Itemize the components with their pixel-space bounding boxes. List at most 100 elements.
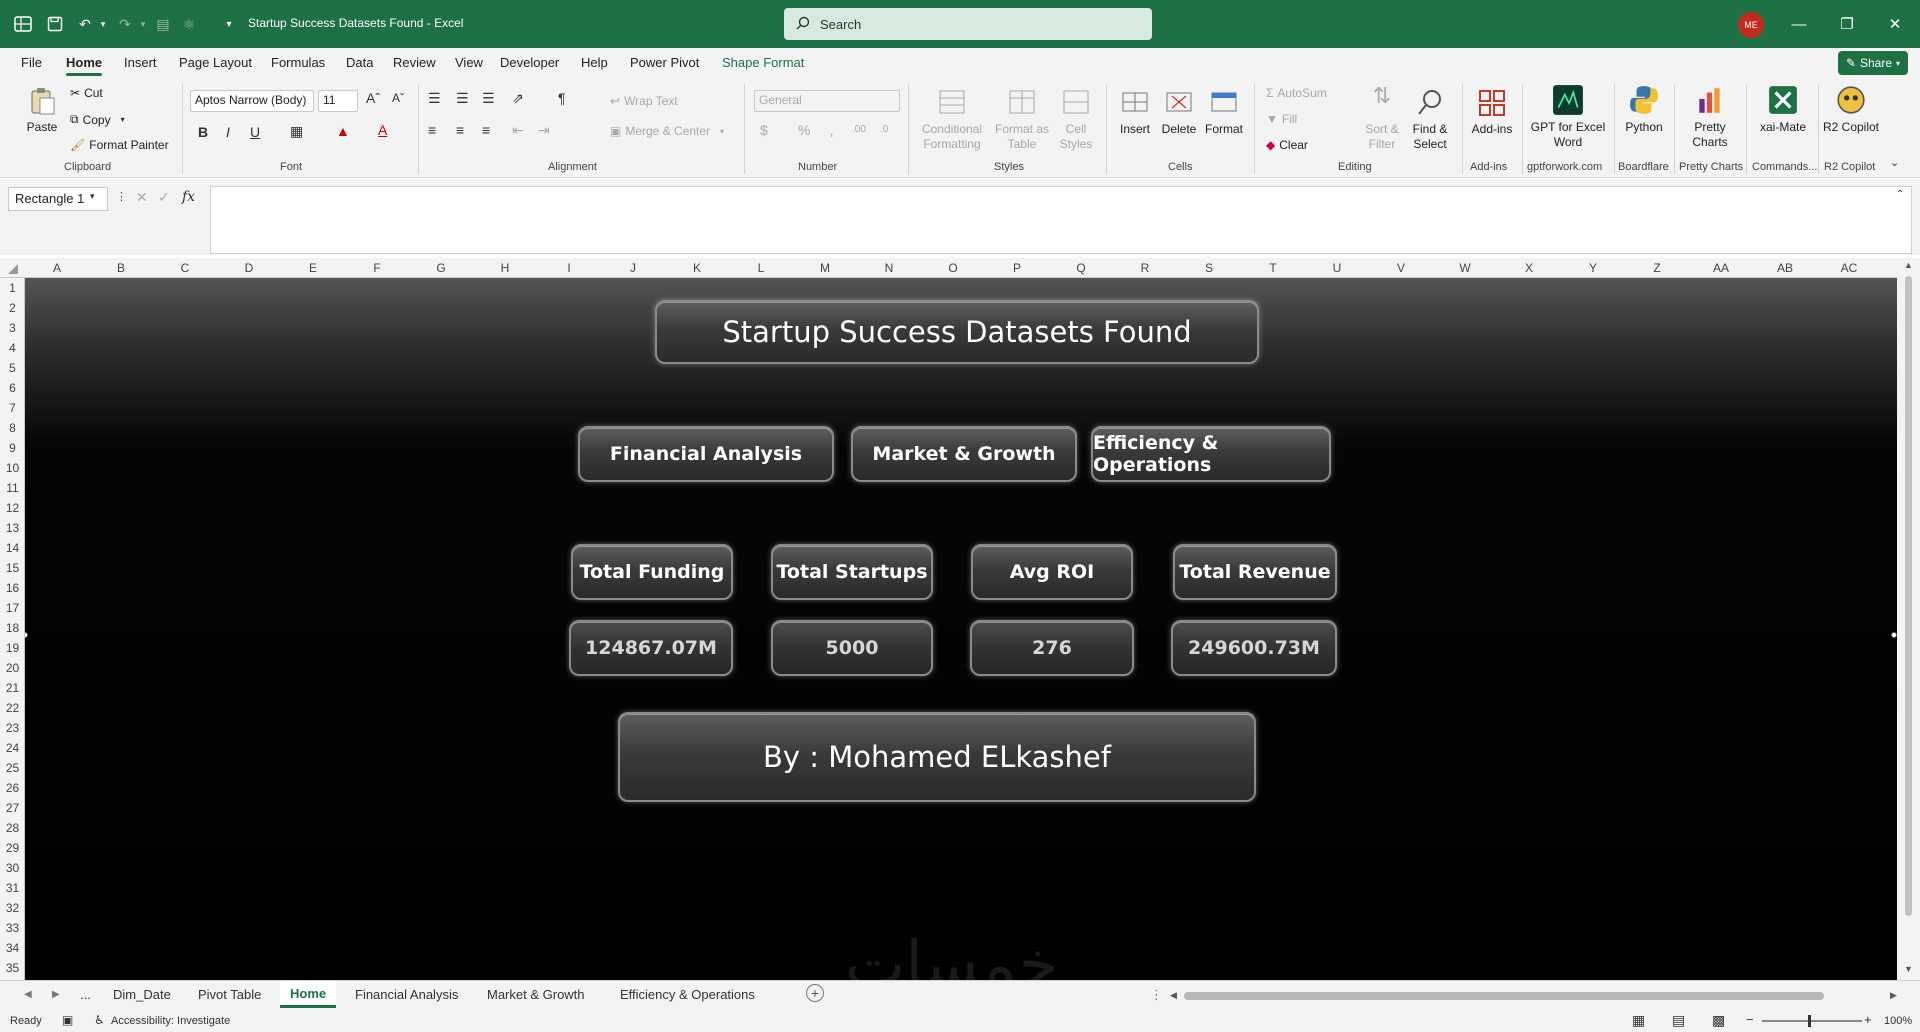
column-header[interactable]: P — [1007, 261, 1027, 275]
percent-icon[interactable]: % — [798, 122, 810, 138]
tab-help[interactable]: Help — [581, 55, 608, 70]
column-header[interactable]: N — [879, 261, 899, 275]
avatar[interactable]: ME — [1738, 12, 1764, 38]
undo-dropdown-icon[interactable]: ▾ — [92, 13, 114, 35]
next-sheet-icon[interactable]: ▶ — [52, 989, 60, 1000]
search-box[interactable]: Search — [784, 8, 1152, 40]
save-icon[interactable] — [44, 13, 66, 35]
tab-power-pivot[interactable]: Power Pivot — [630, 55, 699, 70]
row-header[interactable]: 22 — [0, 701, 25, 715]
cell-styles-button[interactable]: Cell Styles — [1056, 88, 1096, 152]
italic-icon[interactable]: I — [226, 124, 230, 140]
normal-view-icon[interactable]: ▦ — [1632, 1012, 1645, 1029]
orientation-icon[interactable]: ⇗ — [512, 90, 524, 107]
row-header[interactable]: 19 — [0, 641, 25, 655]
sheet-tab-pivot-table[interactable]: Pivot Table — [198, 987, 261, 1002]
row-header[interactable]: 9 — [0, 441, 25, 455]
column-header[interactable]: H — [495, 261, 515, 275]
vertical-scroll-thumb[interactable] — [1905, 276, 1912, 916]
currency-icon[interactable]: $ — [760, 122, 768, 138]
column-header[interactable]: F — [367, 261, 387, 275]
row-header[interactable]: 24 — [0, 741, 25, 755]
column-header[interactable]: AA — [1711, 261, 1731, 275]
tab-page-layout[interactable]: Page Layout — [179, 55, 252, 70]
column-header[interactable]: L — [751, 261, 771, 275]
minimize-icon[interactable]: — — [1788, 13, 1810, 35]
row-header[interactable]: 31 — [0, 881, 25, 895]
column-header[interactable]: R — [1135, 261, 1155, 275]
enter-icon[interactable]: ✓ — [158, 189, 170, 206]
tab-view[interactable]: View — [455, 55, 483, 70]
accessibility-status[interactable]: Accessibility: Investigate — [111, 1015, 230, 1027]
row-header[interactable]: 3 — [0, 321, 25, 335]
number-format-select[interactable]: General — [754, 90, 900, 112]
more-sheets-button[interactable]: ... — [80, 987, 91, 1002]
row-header[interactable]: 18 — [0, 621, 25, 635]
row-header[interactable]: 28 — [0, 821, 25, 835]
column-header[interactable]: AB — [1775, 261, 1795, 275]
tab-file[interactable]: File — [21, 55, 42, 70]
row-header[interactable]: 5 — [0, 361, 25, 375]
increase-decimal-icon[interactable]: .00 — [852, 124, 866, 135]
column-header[interactable]: K — [687, 261, 707, 275]
row-header[interactable]: 20 — [0, 661, 25, 675]
column-header[interactable]: U — [1327, 261, 1347, 275]
row-header[interactable]: 10 — [0, 461, 25, 475]
page-layout-view-icon[interactable]: ▤ — [1672, 1012, 1685, 1029]
fill-button[interactable]: ▼ Fill — [1266, 112, 1297, 126]
row-header[interactable]: 4 — [0, 341, 25, 355]
cancel-icon[interactable]: ✕ — [136, 189, 148, 206]
sheet-tab-home[interactable]: Home — [280, 981, 337, 1008]
page-break-view-icon[interactable]: ▩ — [1712, 1012, 1725, 1029]
column-header[interactable]: M — [815, 261, 835, 275]
tab-shape-format[interactable]: Shape Format — [722, 55, 804, 70]
more-options-icon[interactable]: ⋮ — [116, 190, 127, 203]
column-header[interactable]: D — [239, 261, 259, 275]
column-header[interactable]: S — [1199, 261, 1219, 275]
align-left-icon[interactable]: ≡ — [428, 122, 436, 138]
tab-review[interactable]: Review — [393, 55, 436, 70]
increase-indent-icon[interactable]: ⇥ — [538, 122, 550, 139]
row-header[interactable]: 14 — [0, 541, 25, 555]
formula-input[interactable] — [210, 186, 1912, 254]
horizontal-scrollbar[interactable]: ◀ ▶ — [1170, 990, 1900, 1000]
column-header[interactable]: Z — [1647, 261, 1667, 275]
restore-icon[interactable]: ❐ — [1836, 13, 1858, 35]
row-header[interactable]: 26 — [0, 781, 25, 795]
font-family-select[interactable]: Aptos Narrow (Body) — [190, 90, 314, 112]
prev-sheet-icon[interactable]: ◀ — [24, 989, 32, 1000]
comma-icon[interactable]: ‚ — [830, 122, 833, 138]
align-middle-icon[interactable]: ☰ — [456, 90, 469, 107]
decrease-indent-icon[interactable]: ⇤ — [512, 122, 524, 139]
column-header[interactable]: W — [1455, 261, 1475, 275]
row-header[interactable]: 32 — [0, 901, 25, 915]
delete-cells-button[interactable]: Delete — [1158, 88, 1200, 137]
tab-formulas[interactable]: Formulas — [271, 55, 325, 70]
increase-font-icon[interactable]: Aˆ — [366, 90, 380, 106]
column-header[interactable]: E — [303, 261, 323, 275]
copy-button[interactable]: ⧉ Copy ▾ — [70, 112, 125, 127]
cut-button[interactable]: ✂ Cut — [70, 86, 103, 100]
clear-button[interactable]: ◆ Clear — [1266, 138, 1308, 152]
sheet-tab-efficiency-operations[interactable]: Efficiency & Operations — [620, 987, 755, 1002]
zoom-in-icon[interactable]: + — [1864, 1012, 1872, 1027]
insert-cells-button[interactable]: Insert — [1114, 88, 1156, 137]
format-as-table-button[interactable]: Format as Table — [994, 88, 1050, 152]
addin-gpt-button[interactable]: GPT for Excel Word — [1526, 84, 1610, 150]
tab-insert[interactable]: Insert — [124, 55, 157, 70]
addin-xai-mate-button[interactable]: xai-Mate — [1750, 84, 1816, 135]
zoom-level[interactable]: 100% — [1884, 1015, 1912, 1027]
column-header[interactable]: C — [175, 261, 195, 275]
decrease-font-icon[interactable]: Aˇ — [392, 91, 404, 105]
sheet-tab-market-growth[interactable]: Market & Growth — [487, 987, 585, 1002]
row-header[interactable]: 6 — [0, 381, 25, 395]
format-cells-button[interactable]: Format — [1202, 88, 1246, 137]
paste-button[interactable]: Paste — [20, 86, 64, 135]
share-button[interactable]: ✎ Share ▾ — [1838, 51, 1908, 75]
row-header[interactable]: 35 — [0, 961, 25, 975]
touch-mode-icon[interactable]: ⚛ — [178, 13, 200, 35]
zoom-slider-thumb[interactable] — [1808, 1015, 1811, 1027]
find-select-button[interactable]: Find & Select — [1406, 88, 1454, 152]
name-box-dropdown-icon[interactable]: ▾ — [90, 191, 95, 202]
row-header[interactable]: 1 — [0, 281, 25, 295]
